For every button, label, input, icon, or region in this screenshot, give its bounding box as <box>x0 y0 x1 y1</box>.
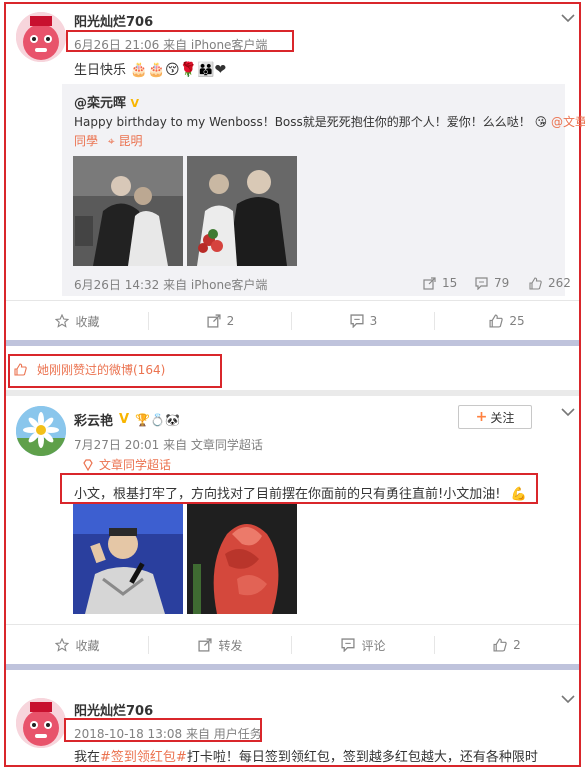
comment-action-count: 3 <box>369 314 378 328</box>
repost-button[interactable]: 转发 <box>149 625 292 665</box>
diamond-icon <box>83 458 93 471</box>
like-button[interactable]: 2 <box>435 625 579 665</box>
photo-singer-icon <box>73 504 183 614</box>
avatar[interactable] <box>16 12 66 62</box>
vip-badge-icon: V <box>130 97 140 110</box>
repost-photo-2[interactable] <box>187 156 297 266</box>
avatar-cartoon-icon <box>16 698 66 748</box>
comment-icon <box>350 314 364 328</box>
star-icon <box>55 314 70 328</box>
share-icon <box>198 638 213 652</box>
mention-link-continued[interactable]: 同學 <box>74 134 98 148</box>
avatar-cartoon-icon <box>16 12 66 62</box>
comment-button[interactable]: 3 <box>292 301 435 341</box>
photo-rose-icon <box>187 504 297 614</box>
collect-label: 收藏 <box>75 638 100 653</box>
like-count: 262 <box>548 276 571 290</box>
comment-icon <box>341 638 356 652</box>
repost-meta[interactable]: 6月26日 14:32 来自 iPhone客户端 <box>74 276 267 293</box>
repost-text-line1: Happy birthday to my Wenboss！Boss就是死死抱住你… <box>74 115 531 129</box>
post-text-pre: 我在 <box>74 750 101 765</box>
username[interactable]: 阳光灿烂706 <box>74 11 153 30</box>
follow-button[interactable]: + 关注 <box>458 405 532 429</box>
follow-label: 关注 <box>490 410 515 425</box>
repost-text: Happy birthday to my Wenboss！Boss就是死死抱住你… <box>74 113 585 130</box>
photo-hug-icon <box>73 156 183 266</box>
star-icon <box>55 638 70 652</box>
action-bar: 收藏 2 3 25 <box>6 300 579 341</box>
comment-label: 评论 <box>361 638 386 653</box>
share-icon <box>423 276 436 290</box>
post-meta[interactable]: 7月27日 20:01 来自 文章同学超话 <box>74 436 263 453</box>
post-text: 我在#签到领红包#打卡啦！每日签到领红包，签到越多红包越大，还有各种限时 <box>74 746 538 765</box>
repost-author[interactable]: @栾元晖 V <box>74 92 139 111</box>
highlight-box <box>64 718 262 742</box>
action-bar: 收藏 转发 评论 2 <box>6 624 579 665</box>
highlight-box <box>66 30 294 52</box>
highlight-box <box>8 354 222 388</box>
collect-button[interactable]: 收藏 <box>6 301 149 341</box>
emoji-kiss-icon: 😘 <box>534 115 548 129</box>
chevron-down-icon[interactable] <box>561 694 575 704</box>
thumbs-up-icon <box>493 638 507 652</box>
chevron-down-icon[interactable] <box>561 407 575 417</box>
comment-count: 79 <box>494 276 510 290</box>
like-action-count: 25 <box>509 314 525 328</box>
thumbs-up-icon <box>489 314 504 328</box>
post-photo-2[interactable] <box>187 504 297 614</box>
chevron-down-icon[interactable] <box>561 13 575 23</box>
hashtag-link[interactable]: #签到领红包# <box>100 750 187 765</box>
avatar-daisy-icon <box>16 406 66 456</box>
photo-flowers-icon <box>187 156 297 266</box>
repost-share-stat[interactable]: 15 <box>423 276 457 290</box>
repost-like-stat[interactable]: 262 <box>529 276 571 290</box>
repost-text-line2: 同學 ⌖ 昆明 <box>74 132 142 149</box>
thumbs-up-icon <box>529 276 542 290</box>
post-text-content: 生日快乐 <box>74 63 127 78</box>
comment-button[interactable]: 评论 <box>292 625 435 665</box>
like-button[interactable]: 25 <box>435 301 579 341</box>
repost-button[interactable]: 2 <box>149 301 292 341</box>
member-badges-icon: 🏆💍🐼 <box>135 412 180 427</box>
mention-link[interactable]: @文章 <box>551 115 585 129</box>
repost-author-name[interactable]: @栾元晖 <box>74 96 126 111</box>
username-row: 彩云艳 V 🏆💍🐼 <box>74 410 180 429</box>
post-text: 生日快乐 🎂🎂😚🌹👪❤ <box>74 59 226 78</box>
share-icon <box>207 314 221 328</box>
emoji-cakes-icon: 🎂🎂😚🌹👪❤ <box>130 62 227 78</box>
avatar[interactable] <box>16 406 66 456</box>
location-pin-icon: ⌖ <box>107 134 115 148</box>
post-photo-1[interactable] <box>73 504 183 614</box>
post-text-post: 打卡啦！每日签到领红包，签到越多红包越大，还有各种限时 <box>186 750 538 765</box>
comment-icon <box>475 276 488 290</box>
username[interactable]: 阳光灿烂706 <box>74 700 153 719</box>
like-action-count: 2 <box>513 638 521 652</box>
repost-count: 15 <box>442 276 458 290</box>
repost-label: 转发 <box>218 638 243 653</box>
location-link[interactable]: 昆明 <box>118 134 142 148</box>
supertopic-link[interactable]: 文章同学超话 <box>82 456 171 473</box>
repost-action-count: 2 <box>226 314 235 328</box>
avatar[interactable] <box>16 698 66 748</box>
supertopic-label[interactable]: 文章同学超话 <box>99 456 171 473</box>
collect-button[interactable]: 收藏 <box>6 625 149 665</box>
repost-photo-1[interactable] <box>73 156 183 266</box>
username[interactable]: 彩云艳 <box>74 410 113 429</box>
collect-label: 收藏 <box>75 314 100 329</box>
repost-comment-stat[interactable]: 79 <box>475 276 509 290</box>
highlight-box <box>60 473 538 504</box>
plus-icon: + <box>475 409 488 425</box>
vip-badge-icon: V <box>119 412 130 427</box>
